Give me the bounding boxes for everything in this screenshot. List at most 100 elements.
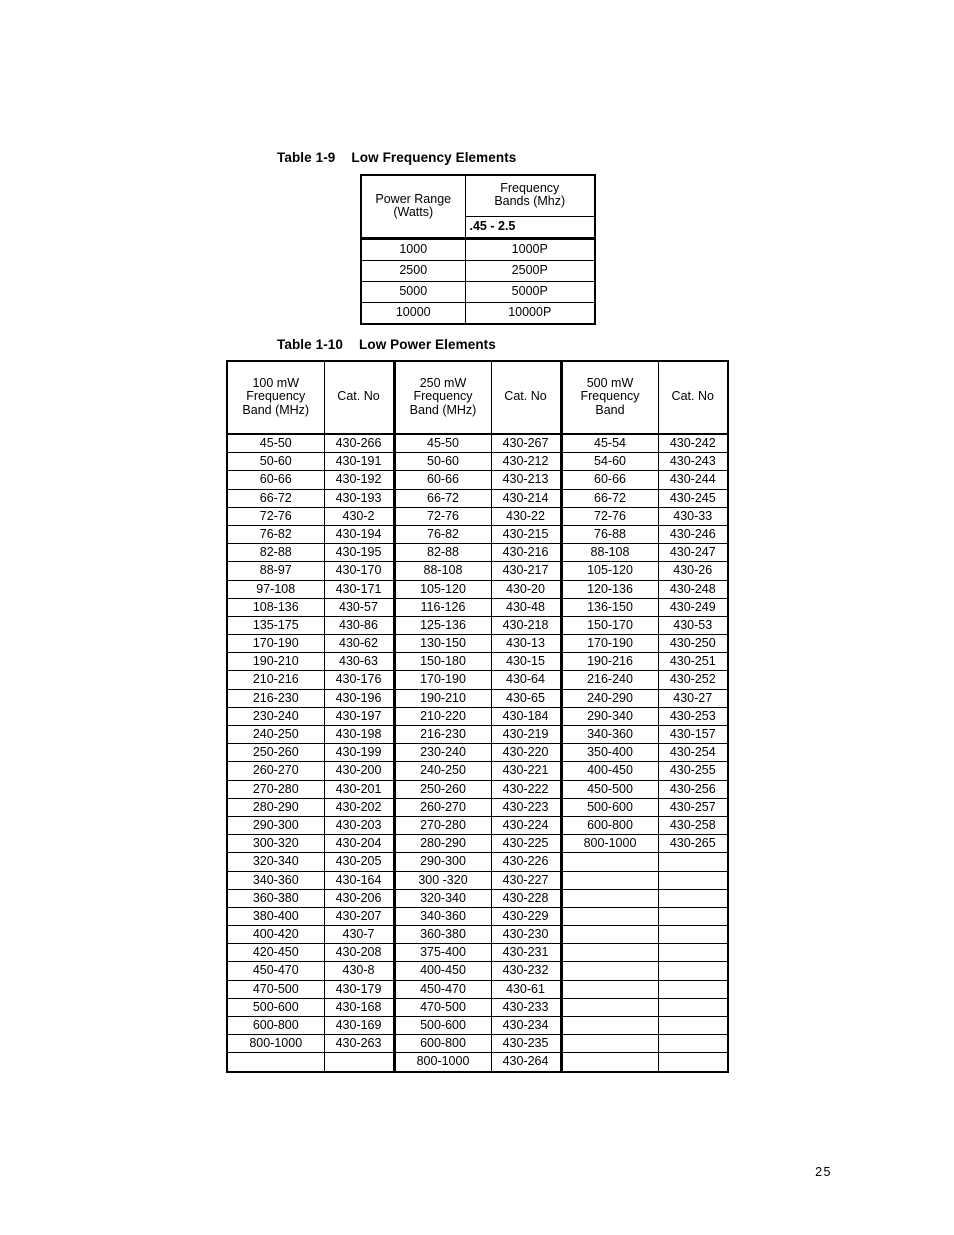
cell-500mw-band: 150-170 [560, 615, 659, 636]
table-1-10-row: 60-66 430-192 60-66 430-213 60-66 430-244 [226, 470, 729, 490]
table-1-9-header: Power Range (Watts) Frequency Bands (Mhz… [360, 174, 596, 240]
cell-500mw-band: 240-290 [560, 688, 659, 708]
table-1-10-row: 360-380 430-206 320-340 430-228 [226, 888, 729, 908]
table-1-10-low-power-elements: 100 mW Frequency Band (MHz) Cat. No 250 … [226, 360, 729, 1073]
cell-250mw-band: 260-270 [393, 797, 492, 817]
cell-500mw-cat-no [657, 1034, 729, 1054]
cell-250mw-cat-no: 430-224 [490, 815, 563, 836]
cell-100mw-cat-no: 430-168 [323, 997, 396, 1018]
cell-100mw-cat-no: 430-207 [323, 906, 396, 927]
table-1-10-row: 280-290 430-202 260-270 430-223 500-600 430-2… [226, 797, 729, 817]
cell-500mw-cat-no: 430-253 [657, 706, 729, 727]
cell-250mw-band: 130-150 [393, 634, 492, 654]
cell-500mw-band: 66-72 [560, 488, 659, 508]
table-1-10-row: 76-82 430-194 76-82 430-215 76-88 430-246 [226, 524, 729, 545]
cell-250mw-cat-no: 430-220 [490, 743, 563, 763]
cell-500mw-cat-no: 430-258 [657, 815, 729, 836]
cell-500mw-cat-no: 430-244 [657, 470, 729, 490]
table-1-10-row: 50-60 430-191 50-60 430-212 54-60 430-243 [226, 452, 729, 472]
cell-250mw-cat-no: 430-217 [490, 561, 563, 581]
cell-500mw-cat-no: 430-157 [657, 724, 729, 745]
table-1-9-header-row: Power Range (Watts) Frequency Bands (Mhz… [360, 174, 596, 239]
cell-500mw-band [560, 943, 659, 963]
cell-500mw-band: 105-120 [560, 561, 659, 581]
cell-100mw-band: 360-380 [226, 888, 325, 908]
cell-250mw-cat-no: 430-225 [490, 834, 563, 854]
table-1-10-body: 45-50 430-266 45-50 430-267 45-54 430-242 50-6… [226, 433, 729, 1073]
cell-250mw-cat-no: 430-229 [490, 906, 563, 927]
cell-100mw-cat-no: 430-164 [323, 870, 396, 890]
cell-250mw-cat-no: 430-20 [490, 579, 563, 599]
table-1-9-row: 10000 10000P [360, 302, 596, 325]
cell-250mw-band: 150-180 [393, 652, 492, 672]
cell-100mw-band: 800-1000 [226, 1034, 325, 1054]
cell-100mw-band: 60-66 [226, 470, 325, 490]
table-1-10-row: 72-76 430-2 72-76 430-22 72-76 430-33 [226, 506, 729, 526]
cell-500mw-cat-no: 430-251 [657, 652, 729, 672]
cell-100mw-cat-no: 430-208 [323, 943, 396, 963]
header-250mw-cat-no: Cat. No [490, 360, 563, 435]
cell-250mw-cat-no: 430-65 [490, 688, 563, 708]
cell-frequency-band: 5000P [464, 281, 596, 303]
table-1-9-row: 2500 2500P [360, 260, 596, 282]
cell-100mw-band: 470-500 [226, 979, 325, 999]
cell-500mw-cat-no [657, 925, 729, 945]
table-1-10-row: 170-190 430-62 130-150 430-13 170-190 430-250 [226, 634, 729, 654]
cell-100mw-cat-no [323, 1052, 396, 1073]
table-1-10-row: 800-1000 430-263 600-800 430-235 [226, 1034, 729, 1054]
cell-500mw-cat-no [657, 979, 729, 999]
cell-100mw-cat-no: 430-206 [323, 888, 396, 908]
cell-100mw-cat-no: 430-7 [323, 925, 396, 945]
table-1-9-body: 1000 1000P 2500 2500P 5000 5000P 10000 10000P [360, 237, 596, 325]
cell-500mw-cat-no: 430-255 [657, 761, 729, 781]
cell-100mw-cat-no: 430-176 [323, 670, 396, 690]
cell-250mw-band: 320-340 [393, 888, 492, 908]
cell-250mw-cat-no: 430-215 [490, 524, 563, 545]
table-1-10-row: 216-230 430-196 190-210 430-65 240-290 430-27 [226, 688, 729, 708]
cell-100mw-band: 250-260 [226, 743, 325, 763]
header-power-range-line1: Power Range [375, 191, 452, 206]
cell-100mw-band: 82-88 [226, 543, 325, 563]
table-1-10-row: 190-210 430-63 150-180 430-15 190-216 430-251 [226, 652, 729, 672]
cell-250mw-cat-no: 430-64 [490, 670, 563, 690]
table-1-9-caption-number: Table 1-9 [277, 150, 336, 165]
cell-100mw-band: 380-400 [226, 906, 325, 927]
cell-500mw-band: 76-88 [560, 524, 659, 545]
cell-500mw-cat-no: 430-250 [657, 634, 729, 654]
table-1-10-row: 260-270 430-200 240-250 430-221 400-450 430-2… [226, 761, 729, 781]
cell-250mw-band: 340-360 [393, 906, 492, 927]
header-power-range-line2: (Watts) [393, 205, 434, 219]
table-1-10-header-row: 100 mW Frequency Band (MHz) Cat. No 250 … [226, 360, 729, 435]
table-1-10-row: 82-88 430-195 82-88 430-216 88-108 430-247 [226, 543, 729, 563]
cell-100mw-band: 216-230 [226, 688, 325, 708]
cell-100mw-band: 190-210 [226, 652, 325, 672]
cell-500mw-cat-no [657, 888, 729, 908]
header-power-range: Power Range (Watts) [360, 174, 466, 239]
cell-250mw-cat-no: 430-15 [490, 652, 563, 672]
cell-frequency-band: 1000P [464, 237, 596, 261]
header-500mw-frequency-band: 500 mW Frequency Band [560, 360, 659, 435]
cell-100mw-cat-no: 430-2 [323, 506, 396, 526]
cell-100mw-band: 230-240 [226, 706, 325, 727]
cell-500mw-cat-no: 430-246 [657, 524, 729, 545]
cell-100mw-cat-no: 430-63 [323, 652, 396, 672]
cell-250mw-band: 72-76 [393, 506, 492, 526]
table-1-9-caption-title: Low Frequency Elements [351, 150, 517, 165]
cell-500mw-band [560, 870, 659, 890]
cell-500mw-cat-no [657, 997, 729, 1018]
table-1-10-row: 470-500 430-179 450-470 430-61 [226, 979, 729, 999]
cell-500mw-band: 60-66 [560, 470, 659, 490]
cell-500mw-band: 350-400 [560, 743, 659, 763]
cell-250mw-band: 300 -320 [393, 870, 492, 890]
table-1-10-row: 600-800 430-169 500-600 430-234 [226, 1015, 729, 1036]
cell-500mw-cat-no [657, 961, 729, 981]
cell-250mw-band: 88-108 [393, 561, 492, 581]
cell-500mw-band: 136-150 [560, 597, 659, 617]
table-1-10-row: 400-420 430-7 360-380 430-230 [226, 925, 729, 945]
cell-500mw-band: 190-216 [560, 652, 659, 672]
table-1-10-row: 420-450 430-208 375-400 430-231 [226, 943, 729, 963]
cell-500mw-band [560, 979, 659, 999]
cell-250mw-cat-no: 430-48 [490, 597, 563, 617]
cell-500mw-cat-no: 430-247 [657, 543, 729, 563]
cell-250mw-cat-no: 430-214 [490, 488, 563, 508]
